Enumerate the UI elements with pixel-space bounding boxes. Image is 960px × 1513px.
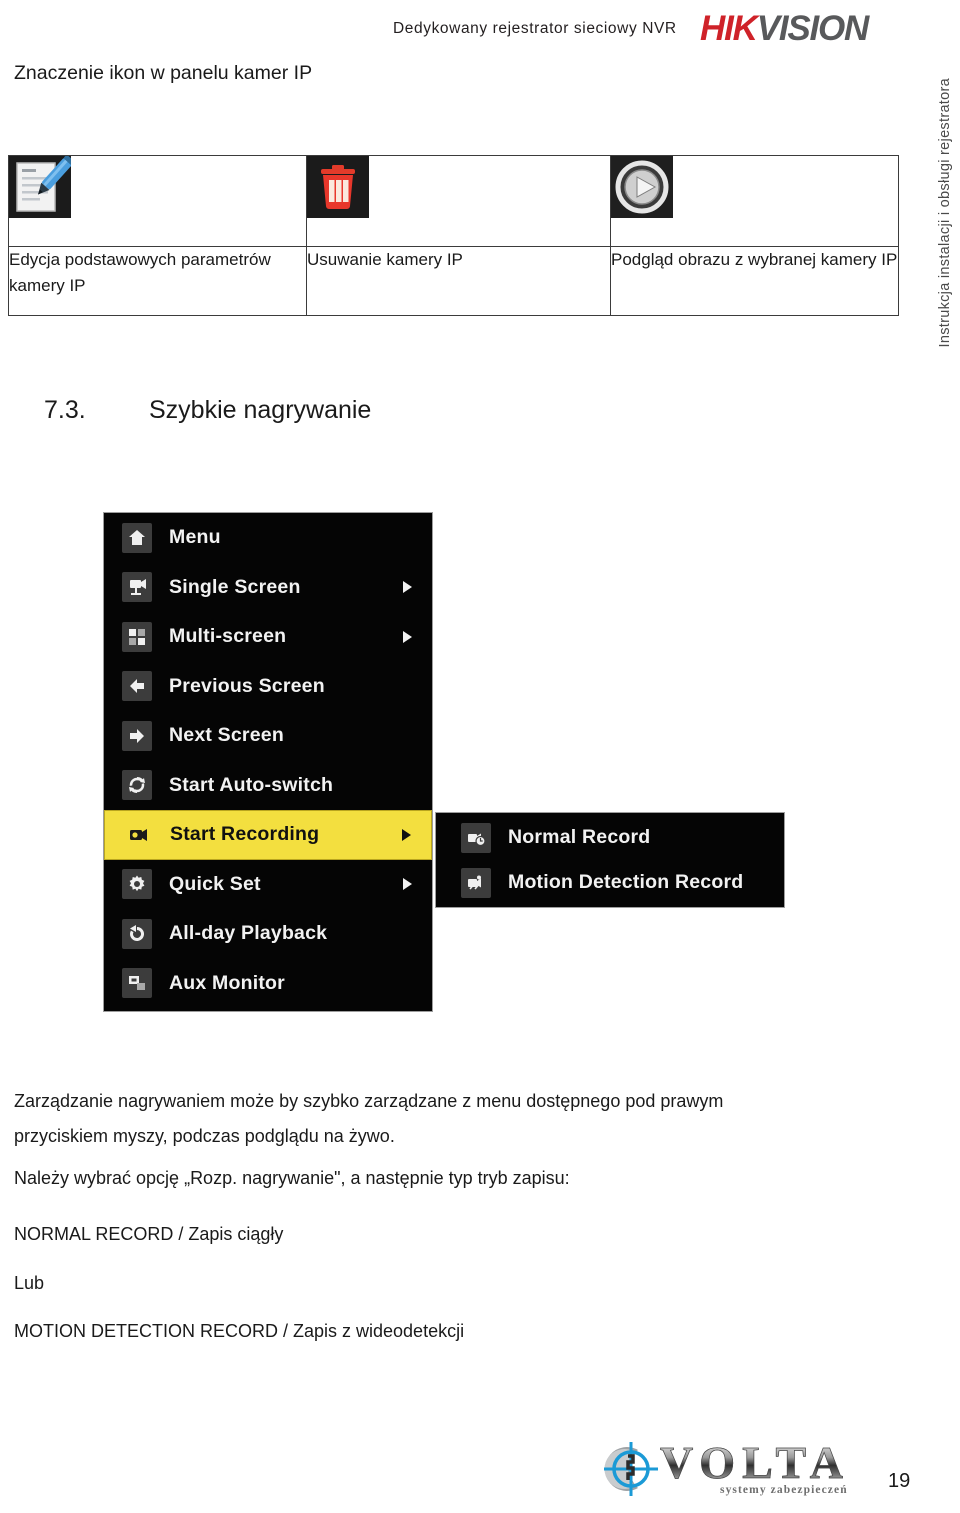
table-row-icons <box>8 155 899 247</box>
paragraph-intro-line1: Zarządzanie nagrywaniem może by szybko z… <box>14 1091 724 1111</box>
menu-item-single-screen[interactable]: Single Screen <box>104 563 432 613</box>
chapter-title: Szybkie nagrywanie <box>149 396 372 424</box>
chapter-heading: 7.3. Szybkie nagrywanie <box>44 396 371 425</box>
nvr-right-click-menu: Menu Single Screen Multi-screen Previous… <box>103 512 433 1012</box>
camcorder-record-icon <box>123 819 153 850</box>
chevron-right-icon <box>403 878 412 891</box>
icon-label-delete: Usuwanie kamery IP <box>306 246 611 316</box>
menu-item-all-day-playback[interactable]: All-day Playback <box>104 909 432 959</box>
icon-legend-table: Edycja podstawowych parametrów kamery IP… <box>8 155 899 316</box>
section-title: Znaczenie ikon w panelu kamer IP <box>14 62 313 84</box>
motion-record-icon <box>461 867 491 898</box>
menu-item-previous-screen[interactable]: Previous Screen <box>104 662 432 712</box>
aux-monitor-icon <box>122 968 152 999</box>
submenu-item-motion-detection-record[interactable]: Motion Detection Record <box>436 860 784 905</box>
menu-item-start-auto-switch[interactable]: Start Auto-switch <box>104 761 432 811</box>
option-motion-detection-record: MOTION DETECTION RECORD / Zapis z wideod… <box>14 1321 465 1341</box>
menu-item-start-recording[interactable]: Start Recording <box>104 810 432 860</box>
volta-logo: VOLTA systemy zabezpieczeń <box>598 1434 873 1500</box>
home-icon <box>122 522 152 553</box>
submenu-item-normal-record[interactable]: Normal Record <box>436 815 784 860</box>
option-separator-or: Lub <box>14 1273 45 1293</box>
menu-item-label: Aux Monitor <box>169 971 285 994</box>
chevron-right-icon <box>403 630 412 643</box>
header-subtitle: Dedykowany rejestrator sieciowy NVR <box>393 20 677 37</box>
playback-rewind-icon <box>122 918 152 949</box>
refresh-cycle-icon <box>122 770 152 801</box>
menu-item-label: All-day Playback <box>169 922 328 945</box>
paragraph-intro-line2: przyciskiem myszy, podczas podglądu na ż… <box>14 1126 395 1146</box>
delete-trash-icon <box>307 156 369 218</box>
edit-document-pen-icon <box>9 156 71 218</box>
nvr-context-menu-screenshot: Menu Single Screen Multi-screen Previous… <box>103 512 785 1014</box>
menu-item-next-screen[interactable]: Next Screen <box>104 711 432 761</box>
chevron-right-icon <box>402 828 411 841</box>
gear-icon <box>122 869 152 900</box>
menu-item-label: Quick Set <box>169 872 261 895</box>
vertical-manual-label: Instrukcja instalacji i obsługi rejestra… <box>932 78 958 398</box>
menu-item-label: Start Recording <box>170 823 320 846</box>
menu-item-label: Menu <box>169 526 221 549</box>
menu-item-aux-monitor[interactable]: Aux Monitor <box>104 959 432 1009</box>
menu-item-quick-set[interactable]: Quick Set <box>104 860 432 910</box>
page-header: Dedykowany rejestrator sieciowy NVR HIK V… <box>0 8 960 52</box>
menu-item-label: Multi-screen <box>169 625 287 648</box>
volta-wordmark: VOLTA <box>660 1437 851 1488</box>
icon-cell-edit <box>8 155 307 247</box>
play-preview-icon <box>611 156 673 218</box>
chapter-number: 7.3. <box>44 396 86 424</box>
hikvision-logo-red: HIK <box>700 8 758 48</box>
multi-screen-icon <box>122 621 152 652</box>
chevron-right-icon <box>403 581 412 594</box>
icon-label-preview: Podgląd obrazu z wybranej kamery IP <box>610 246 899 316</box>
hikvision-logo: HIK VISION <box>700 8 870 48</box>
volta-tagline: systemy zabezpieczeń <box>720 1484 848 1496</box>
menu-item-multi-screen[interactable]: Multi-screen <box>104 612 432 662</box>
arrow-left-icon <box>122 671 152 702</box>
single-camera-icon <box>122 572 152 603</box>
icon-cell-preview <box>610 155 899 247</box>
hikvision-logo-grey: VISION <box>756 8 870 48</box>
menu-item-label: Previous Screen <box>169 674 325 697</box>
menu-item-menu[interactable]: Menu <box>104 513 432 563</box>
page-number: 19 <box>888 1470 911 1492</box>
menu-item-label: Single Screen <box>169 575 301 598</box>
submenu-item-label: Motion Detection Record <box>508 871 744 893</box>
start-recording-submenu: Normal Record Motion Detection Record <box>435 812 785 908</box>
icon-cell-delete <box>306 155 611 247</box>
vertical-manual-label-text: Instrukcja instalacji i obsługi rejestra… <box>937 78 953 348</box>
volta-target-mark-icon <box>604 1442 658 1496</box>
menu-item-label: Start Auto-switch <box>169 773 334 796</box>
menu-item-label: Next Screen <box>169 724 284 747</box>
option-normal-record: NORMAL RECORD / Zapis ciągły <box>14 1224 284 1244</box>
icon-label-edit: Edycja podstawowych parametrów kamery IP <box>8 246 307 316</box>
page-footer: VOLTA systemy zabezpieczeń 19 <box>0 1430 960 1513</box>
paragraph-instruction: Należy wybrać opcję „Rozp. nagrywanie", … <box>14 1168 570 1188</box>
arrow-right-icon <box>122 720 152 751</box>
table-row-labels: Edycja podstawowych parametrów kamery IP… <box>8 246 899 316</box>
submenu-item-label: Normal Record <box>508 826 651 848</box>
normal-record-icon <box>461 822 491 853</box>
